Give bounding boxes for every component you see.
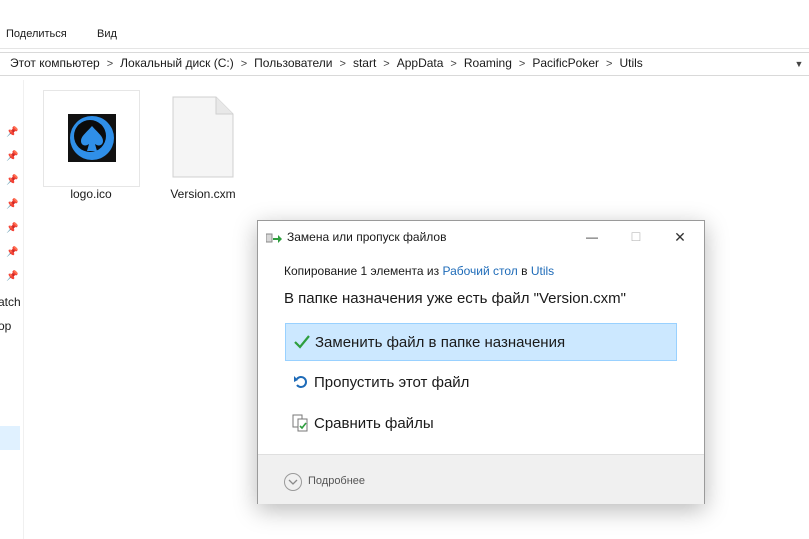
more-details-label[interactable]: Подробнее bbox=[308, 475, 365, 487]
pin-icon[interactable]: 📌 bbox=[6, 223, 18, 234]
pin-icon[interactable]: 📌 bbox=[6, 151, 18, 162]
nav-item[interactable]: atch bbox=[0, 295, 21, 309]
chevron-right-icon[interactable]: > bbox=[450, 58, 456, 70]
blank-file-icon[interactable] bbox=[172, 96, 234, 178]
source-link[interactable]: Рабочий стол bbox=[442, 264, 517, 278]
crumb-roaming[interactable]: Roaming bbox=[464, 56, 512, 70]
replace-skip-dialog: Замена или пропуск файлов — ☐ ✕ Копирова… bbox=[257, 220, 705, 504]
copy-description: Копирование 1 элемента из Рабочий стол в… bbox=[284, 264, 555, 278]
nav-selected-item[interactable] bbox=[0, 426, 20, 450]
skip-option[interactable]: Пропустить этот файл bbox=[285, 364, 675, 400]
compare-option[interactable]: Сравнить файлы bbox=[285, 405, 675, 441]
chevron-down-icon bbox=[288, 479, 298, 485]
file-item-logo[interactable] bbox=[43, 90, 140, 187]
chevron-right-icon[interactable]: > bbox=[107, 58, 113, 70]
pin-icon[interactable]: 📌 bbox=[6, 247, 18, 258]
conflict-heading: В папке назначения уже есть файл "Versio… bbox=[284, 290, 626, 307]
replace-option[interactable]: Заменить файл в папке назначения bbox=[285, 323, 677, 361]
checkmark-icon bbox=[294, 335, 310, 349]
tab-view[interactable]: Вид bbox=[97, 28, 117, 40]
skip-arrow-icon bbox=[294, 376, 307, 388]
crumb-users[interactable]: Пользователи bbox=[254, 56, 332, 70]
minimize-button[interactable]: — bbox=[570, 224, 614, 250]
chevron-right-icon[interactable]: > bbox=[340, 58, 346, 70]
chevron-right-icon[interactable]: > bbox=[241, 58, 247, 70]
file-label[interactable]: logo.ico bbox=[43, 187, 139, 201]
maximize-button: ☐ bbox=[630, 230, 642, 244]
pin-icon[interactable]: 📌 bbox=[6, 199, 18, 210]
destination-link[interactable]: Utils bbox=[531, 264, 554, 278]
address-input[interactable]: Этот компьютер > Локальный диск (C:) > Польз… bbox=[0, 52, 790, 76]
breadcrumb: Этот компьютер > Локальный диск (C:) > Польз… bbox=[10, 56, 643, 70]
navigation-pane: 📌 📌 📌 📌 📌 📌 📌 atch op bbox=[0, 80, 24, 539]
nav-item[interactable]: op bbox=[0, 319, 11, 333]
crumb-start[interactable]: start bbox=[353, 56, 376, 70]
compare-files-icon bbox=[292, 414, 308, 432]
chevron-right-icon[interactable]: > bbox=[519, 58, 525, 70]
dialog-title: Замена или пропуск файлов bbox=[287, 230, 447, 244]
chevron-right-icon[interactable]: > bbox=[383, 58, 389, 70]
expand-details-button[interactable] bbox=[284, 473, 302, 491]
address-bar: Этот компьютер > Локальный диск (C:) > Польз… bbox=[0, 52, 809, 76]
crumb-this-pc[interactable]: Этот компьютер bbox=[10, 56, 100, 70]
file-label[interactable]: Version.cxm bbox=[155, 187, 251, 201]
pin-icon[interactable]: 📌 bbox=[6, 127, 18, 138]
chevron-right-icon[interactable]: > bbox=[606, 58, 612, 70]
crumb-appdata[interactable]: AppData bbox=[397, 56, 444, 70]
tab-share[interactable]: Поделиться bbox=[6, 28, 67, 40]
copy-files-icon bbox=[266, 233, 282, 243]
dialog-footer: Подробнее bbox=[258, 454, 704, 504]
crumb-utils[interactable]: Utils bbox=[619, 56, 642, 70]
pin-icon[interactable]: 📌 bbox=[6, 271, 18, 282]
close-button[interactable]: ✕ bbox=[658, 224, 702, 250]
address-dropdown-icon[interactable]: ▼ bbox=[789, 52, 809, 76]
crumb-pacificpoker[interactable]: PacificPoker bbox=[532, 56, 599, 70]
poker-spade-icon bbox=[68, 114, 116, 162]
ribbon: Поделиться Вид bbox=[0, 0, 809, 49]
crumb-local-disk[interactable]: Локальный диск (C:) bbox=[120, 56, 234, 70]
pin-icon[interactable]: 📌 bbox=[6, 175, 18, 186]
